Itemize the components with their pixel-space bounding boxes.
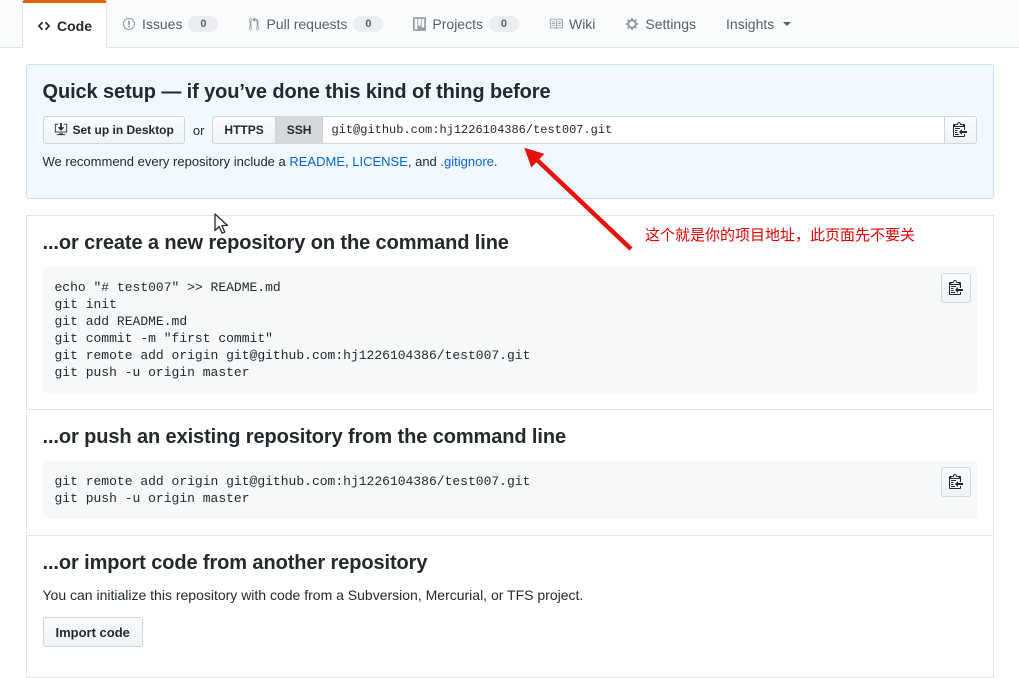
quick-setup-title: Quick setup — if you’ve done this kind o… [42,81,551,103]
copy-push-code-button[interactable] [940,467,971,497]
code-icon [37,19,51,33]
tab-insights[interactable]: Insights [711,0,806,47]
recommendation-note: We recommend every repository include a … [43,154,977,169]
import-code-section: ...or import code from another repositor… [25,536,994,678]
git-pull-request-icon [248,17,260,31]
repo-nav: Code Issues 0 Pull requests 0 Projects 0… [0,0,1019,48]
projects-counter: 0 [488,16,519,32]
mouse-cursor [214,213,229,234]
tab-issues[interactable]: Issues 0 [107,0,233,47]
clone-url-row: Set up in Desktop or HTTPS SSH git@githu… [42,116,977,144]
tab-settings[interactable]: Settings [610,0,711,47]
main-content: Quick setup — if you’ve done this kind o… [25,48,994,678]
tab-pull-requests[interactable]: Pull requests 0 [233,0,398,47]
note-prefix: We recommend every repository include a [42,154,290,169]
import-code-description: You can initialize this repository with … [42,587,584,603]
issues-counter: 0 [188,16,219,32]
gear-icon [625,17,639,31]
tab-projects[interactable]: Projects 0 [398,0,534,47]
issue-opened-icon [122,17,136,31]
protocol-ssh-button[interactable]: SSH [275,116,324,144]
set-up-in-desktop-button[interactable]: Set up in Desktop [42,116,185,144]
or-label: or [192,122,205,138]
tab-code[interactable]: Code [22,0,107,48]
create-repository-code-block: echo "# test007" >> README.md git init g… [42,267,977,393]
tab-wiki[interactable]: Wiki [534,0,610,47]
caret-down-icon [783,22,792,26]
gitignore-link[interactable]: .gitignore [440,154,493,169]
clipboard-icon [948,473,963,492]
protocol-https-button[interactable]: HTTPS [212,116,276,144]
tab-settings-label: Settings [645,16,697,32]
annotation-label: 这个就是你的项目地址，此页面先不要关 [645,226,916,244]
note-sep-2: , and [407,154,441,169]
license-link[interactable]: LICENSE [352,154,408,169]
copy-create-code-button[interactable] [940,273,971,303]
push-repository-section: ...or push an existing repository from t… [25,410,994,536]
push-repository-code: git remote add origin git@github.com:hj1… [54,474,531,506]
clipboard-icon [948,279,963,298]
clone-url-input[interactable]: git@github.com:hj1226104386/test007.git [323,116,945,144]
desktop-download-icon [54,122,68,139]
project-icon [413,17,427,31]
push-repository-code-block: git remote add origin git@github.com:hj1… [42,461,977,519]
copy-clone-url-button[interactable] [944,116,977,144]
create-repository-code: echo "# test007" >> README.md git init g… [54,280,531,380]
readme-link[interactable]: README [289,154,345,169]
tab-issues-label: Issues [142,16,183,32]
book-icon [549,17,563,31]
protocol-selector: HTTPS SSH [212,116,324,144]
import-code-button[interactable]: Import code [42,617,143,647]
set-up-in-desktop-label: Set up in Desktop [72,123,174,137]
clipboard-icon [953,121,967,140]
import-code-title: ...or import code from another repositor… [42,552,428,574]
pull-requests-counter: 0 [353,16,384,32]
tab-pull-requests-label: Pull requests [266,16,348,32]
tab-projects-label: Projects [432,16,483,32]
tab-code-label: Code [57,17,92,34]
tab-wiki-label: Wiki [568,16,596,32]
quick-setup-panel: Quick setup — if you’ve done this kind o… [25,64,994,199]
push-repository-title: ...or push an existing repository from t… [42,426,567,448]
note-suffix: . [493,154,498,169]
tab-insights-label: Insights [726,16,775,32]
